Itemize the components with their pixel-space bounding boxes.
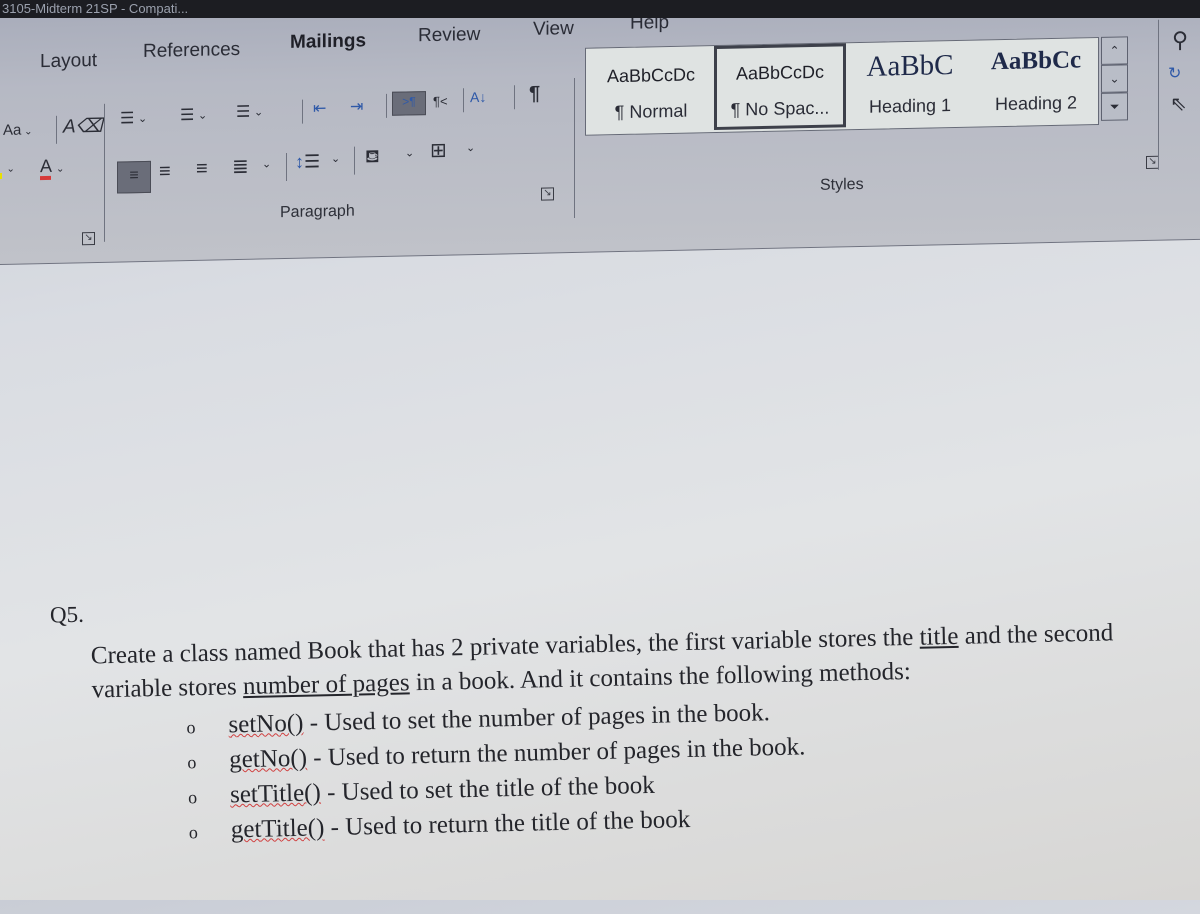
method-name: setTitle() bbox=[229, 779, 322, 809]
question-text: Create a class named Book that has 2 pri… bbox=[90, 619, 1114, 704]
method-name: setNo() bbox=[228, 709, 304, 739]
question-number: Q5. bbox=[49, 601, 85, 628]
bullet-icon: o bbox=[186, 717, 196, 738]
bullet-icon: o bbox=[187, 787, 198, 808]
method-name: getTitle() bbox=[230, 814, 325, 844]
underlined-number-of-pages: number of pages bbox=[242, 669, 410, 701]
methods-list: o setNo() - Used to set the number of pag… bbox=[186, 695, 807, 849]
underlined-title: title bbox=[919, 622, 959, 651]
bullet-icon: o bbox=[188, 822, 199, 843]
method-name: getNo() bbox=[228, 744, 308, 774]
document-page[interactable]: Q5. Create a class named Book that has 2… bbox=[0, 0, 1200, 914]
bullet-icon: o bbox=[187, 752, 197, 773]
